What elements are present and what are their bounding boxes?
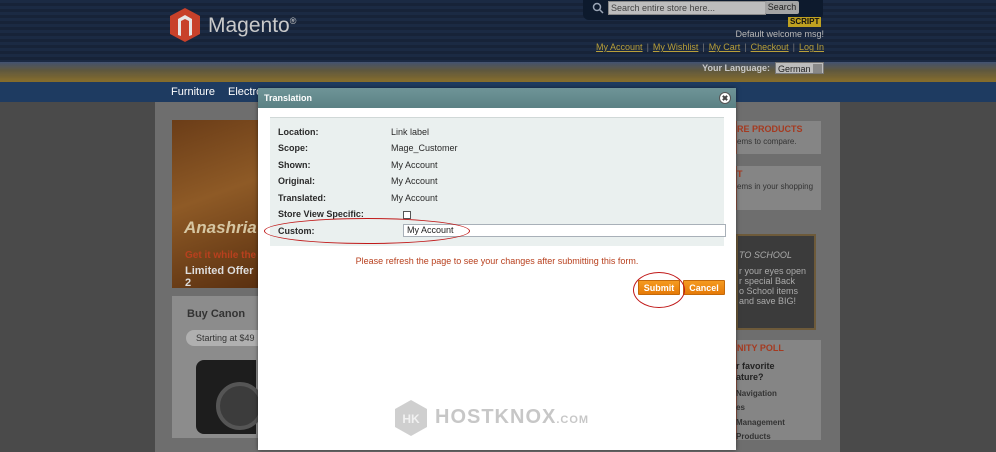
row-label: Scope: bbox=[278, 143, 309, 153]
search-input[interactable]: Search entire store here... bbox=[608, 1, 766, 15]
form-row-shown: Shown: My Account bbox=[270, 158, 724, 174]
store-header bbox=[0, 0, 996, 82]
row-label: Original: bbox=[278, 176, 316, 186]
poll-option[interactable]: es bbox=[736, 403, 745, 412]
link-log-in[interactable]: Log In bbox=[799, 42, 824, 52]
language-label: Your Language: bbox=[702, 63, 770, 73]
annotation-ellipse-custom bbox=[264, 218, 470, 244]
poll-option[interactable]: Navigation bbox=[736, 389, 777, 398]
school-line: and save BIG! bbox=[739, 296, 797, 306]
form-row-original: Original: My Account bbox=[270, 174, 724, 190]
row-label: Translated: bbox=[278, 193, 327, 203]
banner-tagline: Get it while the bbox=[185, 250, 257, 261]
compare-products-block: RE PRODUCTS ems to compare. bbox=[736, 121, 821, 154]
cart-title: T bbox=[737, 169, 743, 179]
script-badge: SCRIPT bbox=[788, 17, 822, 27]
search-icon bbox=[592, 2, 604, 14]
row-value: Link label bbox=[391, 127, 430, 137]
row-label: Location: bbox=[278, 127, 319, 137]
banner-heading: Buy Canon bbox=[187, 308, 246, 320]
banner-heading: Anashria bbox=[184, 218, 257, 237]
row-label: Shown: bbox=[278, 160, 311, 170]
watermark-text: HOSTKNOX bbox=[435, 406, 557, 428]
refresh-notice: Please refresh the page to see your chan… bbox=[355, 256, 639, 266]
poll-option[interactable]: Products bbox=[736, 432, 771, 441]
form-row-translated: Translated: My Account bbox=[270, 191, 724, 207]
dialog-titlebar: Translation bbox=[258, 88, 736, 108]
watermark-suffix: .COM bbox=[556, 414, 590, 426]
close-icon[interactable] bbox=[719, 92, 731, 104]
welcome-message: Default welcome msg! bbox=[735, 29, 824, 39]
link-my-wishlist[interactable]: My Wishlist bbox=[653, 42, 699, 52]
row-value: Mage_Customer bbox=[391, 143, 458, 153]
top-links: My Account | My Wishlist | My Cart | Checkout |… bbox=[560, 42, 824, 52]
dialog-title: Translation bbox=[264, 93, 313, 103]
row-value: My Account bbox=[391, 193, 438, 203]
school-line: r special Back bbox=[739, 276, 796, 286]
school-line: TO SCHOOL bbox=[739, 250, 792, 260]
language-select-value: German bbox=[778, 64, 811, 74]
compare-text: ems to compare. bbox=[737, 137, 797, 146]
row-value: My Account bbox=[391, 176, 438, 186]
link-separator: | bbox=[702, 42, 705, 52]
camera-image bbox=[196, 360, 264, 434]
camera-lens bbox=[216, 382, 264, 430]
nav-item-furniture[interactable]: Furniture bbox=[171, 86, 215, 98]
magento-logo-icon bbox=[170, 8, 200, 42]
logo-text: Magento bbox=[208, 14, 290, 37]
compare-title: RE PRODUCTS bbox=[737, 124, 803, 134]
search-button[interactable]: Search bbox=[765, 1, 799, 14]
link-my-account[interactable]: My Account bbox=[596, 42, 643, 52]
link-separator: | bbox=[744, 42, 747, 52]
form-row-scope: Scope: Mage_Customer bbox=[270, 141, 724, 157]
poll-question: ature? bbox=[736, 372, 764, 382]
header-stripe bbox=[0, 62, 996, 82]
poll-option[interactable]: Management bbox=[736, 418, 785, 427]
language-select[interactable]: German bbox=[775, 62, 824, 74]
cart-text: ems in your shopping bbox=[737, 182, 814, 191]
cancel-button[interactable]: Cancel bbox=[683, 280, 725, 295]
hostknox-logo-icon: HK bbox=[395, 400, 427, 436]
link-my-cart[interactable]: My Cart bbox=[709, 42, 741, 52]
promo-banner-anashria[interactable]: Anashria Get it while the Limited Offer … bbox=[172, 120, 260, 289]
link-separator: | bbox=[646, 42, 649, 52]
store-view-specific-checkbox[interactable] bbox=[403, 211, 411, 219]
poll-title: NITY POLL bbox=[737, 343, 784, 353]
annotation-ellipse-submit bbox=[633, 272, 685, 308]
school-line: r your eyes open bbox=[739, 266, 807, 276]
cart-block: T ems in your shopping bbox=[736, 166, 821, 210]
poll-question: r favorite bbox=[736, 361, 775, 371]
svg-text:HK: HK bbox=[402, 412, 420, 426]
hostknox-watermark: HK HOSTKNOX.COM bbox=[395, 400, 605, 436]
form-row-location: Location: Link label bbox=[270, 125, 724, 141]
chevron-down-icon bbox=[813, 64, 822, 73]
row-value: My Account bbox=[391, 160, 438, 170]
banner-offer: Limited Offer 2 bbox=[185, 265, 254, 289]
link-separator: | bbox=[792, 42, 795, 52]
link-checkout[interactable]: Checkout bbox=[751, 42, 789, 52]
school-line: o School items bbox=[739, 286, 799, 296]
back-to-school-banner[interactable]: TO SCHOOL r your eyes open r special Bac… bbox=[736, 234, 816, 330]
translation-dialog: Translation Location: Link label Scope: … bbox=[258, 88, 736, 450]
logo-registered-mark: ® bbox=[289, 16, 297, 26]
